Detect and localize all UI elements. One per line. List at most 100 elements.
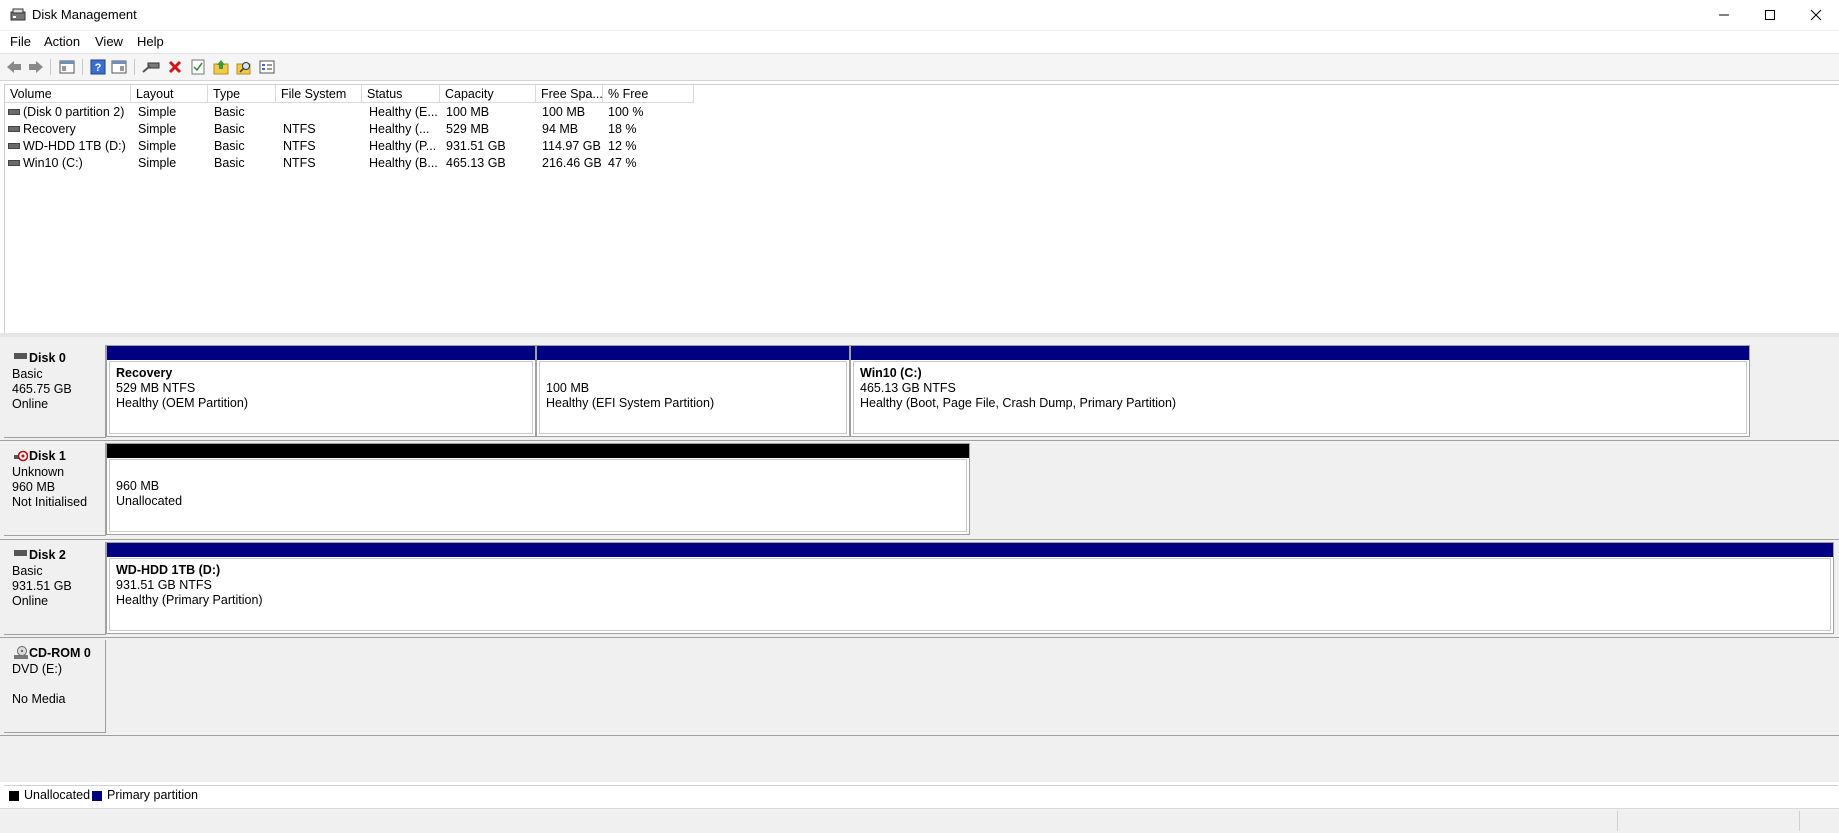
disk-type: Unknown (12, 465, 65, 479)
legend-label-unallocated: Unallocated (24, 788, 91, 802)
show-hide-console-tree-icon (59, 60, 75, 74)
toolbar-separator (82, 59, 83, 75)
partition-bar (107, 444, 969, 458)
cell-percent-free: 47 % (608, 156, 637, 170)
column-header-type[interactable]: Type (208, 85, 276, 103)
partition-body: 100 MB Healthy (EFI System Partition) (539, 361, 847, 434)
properties-view-button[interactable] (110, 58, 128, 76)
connect-drive-button[interactable] (142, 58, 160, 76)
partition-label: Recovery (116, 366, 173, 380)
disk-management-icon (10, 8, 26, 21)
partition-status: Healthy (EFI System Partition) (546, 396, 715, 410)
settings-button[interactable] (258, 58, 276, 76)
show-hide-console-tree-button[interactable] (58, 58, 76, 76)
cell-free-space: 114.97 GB (542, 139, 601, 153)
table-row[interactable]: (Disk 0 partition 2) Simple Basic Health… (5, 104, 705, 121)
minimize-button[interactable] (1701, 0, 1747, 30)
table-row[interactable]: Recovery Simple Basic NTFS Healthy (... … (5, 121, 705, 138)
column-header-file-system[interactable]: File System (276, 85, 362, 103)
folder-search-icon (236, 62, 251, 75)
folder-up-icon (213, 60, 229, 75)
check-button[interactable] (189, 58, 207, 76)
partition-win10[interactable]: Win10 (C:) 465.13 GB NTFS Healthy (Boot,… (850, 345, 1750, 437)
partition-recovery[interactable]: Recovery 529 MB NTFS Healthy (OEM Partit… (106, 345, 536, 437)
toolbar: ? (0, 53, 1839, 81)
cell-status: Healthy (E... (369, 105, 438, 119)
cdrom-0-label[interactable]: CD-ROM 0 DVD (E:) No Media (4, 640, 106, 733)
volume-icon (8, 126, 20, 132)
disk-status: Online (12, 397, 49, 411)
partition-label: Win10 (C:) (860, 366, 922, 380)
cell-status: Healthy (... (369, 122, 430, 136)
partition-size: 465.13 GB NTFS (860, 381, 956, 395)
disk-icon (14, 550, 27, 556)
partition-bar (107, 346, 535, 360)
partition-size: 529 MB NTFS (116, 381, 196, 395)
delete-icon (168, 60, 182, 74)
cell-capacity: 465.13 GB (446, 156, 506, 170)
partition-status: Healthy (OEM Partition) (116, 396, 248, 410)
table-row[interactable]: WD-HDD 1TB (D:) Simple Basic NTFS Health… (5, 138, 705, 155)
partition-efi[interactable]: 100 MB Healthy (EFI System Partition) (536, 345, 850, 437)
disk-0-label[interactable]: Disk 0 Basic 465.75 GB Online (4, 345, 106, 438)
partition-wd-hdd[interactable]: WD-HDD 1TB (D:) 931.51 GB NTFS Healthy (… (106, 542, 1834, 634)
disk-1-label[interactable]: Disk 1 Unknown 960 MB Not Initialised (4, 443, 106, 536)
disk-status: No Media (12, 692, 66, 706)
legend-swatch-primary (92, 791, 102, 801)
cell-volume: (Disk 0 partition 2) (23, 105, 125, 119)
back-icon (7, 61, 21, 73)
row-separator (0, 637, 1839, 638)
help-button[interactable]: ? (89, 58, 107, 76)
cell-file-system: NTFS (283, 139, 316, 153)
cell-capacity: 529 MB (446, 122, 490, 136)
partition-size: 931.51 GB NTFS (116, 578, 212, 592)
disk-2-label[interactable]: Disk 2 Basic 931.51 GB Online (4, 542, 106, 635)
table-row[interactable]: Win10 (C:) Simple Basic NTFS Healthy (B.… (5, 155, 705, 172)
close-button[interactable] (1793, 0, 1839, 30)
disk-size: 960 MB (12, 480, 56, 494)
back-button[interactable] (5, 58, 23, 76)
partition-body: Win10 (C:) 465.13 GB NTFS Healthy (Boot,… (853, 361, 1747, 434)
folder-search-button[interactable] (235, 58, 253, 76)
cdrom-icon (14, 646, 28, 659)
menu-action[interactable]: Action (44, 34, 80, 49)
cell-status: Healthy (B... (369, 156, 438, 170)
disk-type: DVD (E:) (12, 662, 62, 676)
status-segment (1617, 811, 1618, 831)
column-header-free-space[interactable]: Free Spa... (536, 85, 603, 103)
delete-button[interactable] (166, 58, 184, 76)
menu-help[interactable]: Help (137, 34, 164, 49)
menu-view[interactable]: View (95, 34, 123, 49)
maximize-icon (1765, 10, 1775, 20)
cell-type: Basic (214, 139, 245, 153)
partition-unallocated[interactable]: 960 MB Unallocated (106, 443, 970, 535)
cell-type: Basic (214, 105, 245, 119)
disk-type: Basic (12, 564, 43, 578)
title-bar: Disk Management (0, 0, 1839, 31)
cell-percent-free: 100 % (608, 105, 644, 119)
volume-icon (8, 160, 20, 166)
volume-list: Volume Layout Type File System Status Ca… (4, 84, 1839, 334)
cell-volume: Recovery (23, 122, 76, 136)
disk-error-icon (14, 450, 28, 462)
cell-volume: Win10 (C:) (23, 156, 83, 170)
column-header-volume[interactable]: Volume (5, 85, 131, 103)
column-header-status[interactable]: Status (362, 85, 440, 103)
column-header-layout[interactable]: Layout (131, 85, 208, 103)
cell-volume: WD-HDD 1TB (D:) (23, 139, 126, 153)
status-segment (1799, 811, 1800, 831)
column-header-capacity[interactable]: Capacity (440, 85, 536, 103)
forward-button[interactable] (27, 58, 45, 76)
column-header-percent-free[interactable]: % Free (603, 85, 694, 103)
window-title: Disk Management (32, 7, 137, 22)
maximize-button[interactable] (1747, 0, 1793, 30)
menu-file[interactable]: File (10, 34, 31, 49)
folder-up-button[interactable] (212, 58, 230, 76)
menu-bar: File Action View Help (0, 31, 1839, 53)
partition-status: Healthy (Primary Partition) (116, 593, 263, 607)
properties-view-icon (111, 60, 127, 74)
partition-body: Recovery 529 MB NTFS Healthy (OEM Partit… (109, 361, 533, 434)
partition-label: WD-HDD 1TB (D:) (116, 563, 221, 577)
partition-bar (537, 346, 849, 360)
disk-name: Disk 0 (29, 351, 66, 365)
